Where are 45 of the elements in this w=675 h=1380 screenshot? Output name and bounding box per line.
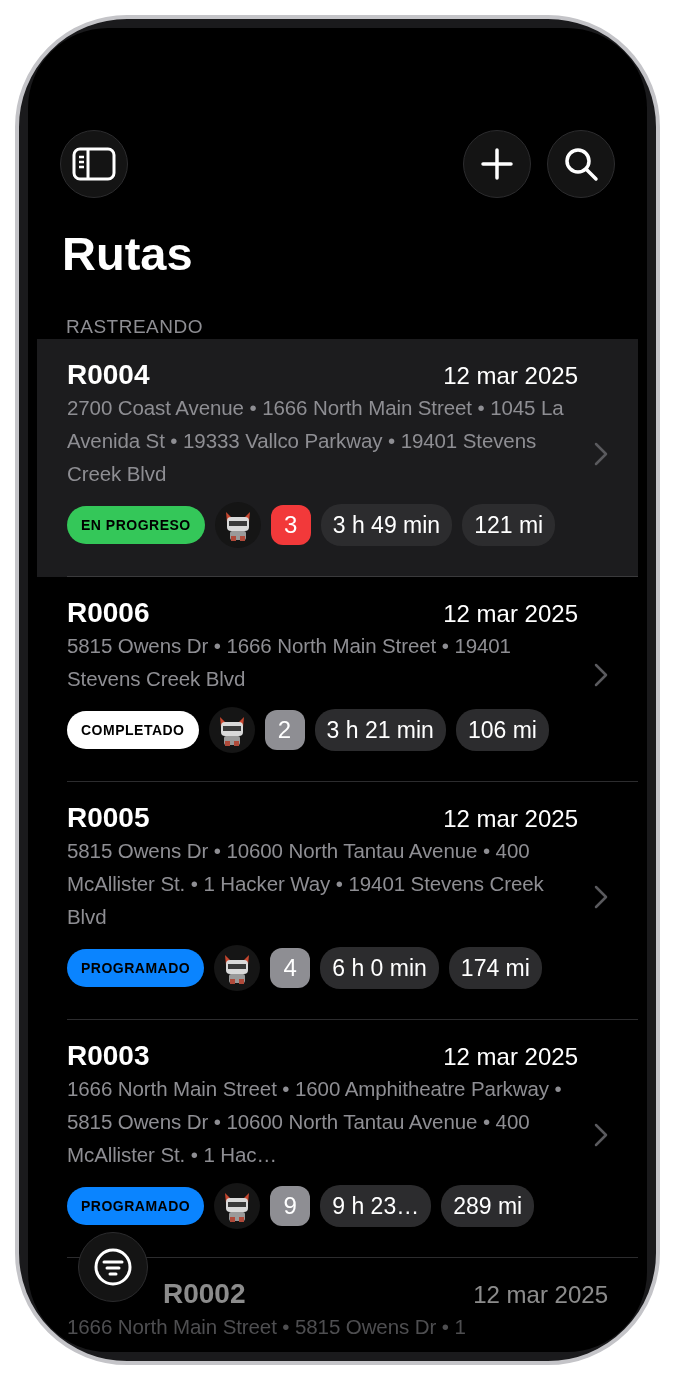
- duration-label: 9 h 23…: [320, 1185, 432, 1227]
- route-date: 12 mar 2025: [443, 1043, 578, 1071]
- route-row[interactable]: R0003 12 mar 2025 1666 North Main Street • 1600 Amphitheatre Parkway • 5815 Owens Dr • 10600 North Tantau Avenue • 400 McAllister St. • 1 Hac… PROGRAMADO 9 9 h 23… 289 mi: [37, 1020, 638, 1258]
- route-row[interactable]: R0004 12 mar 2025 2700 Coast Avenue • 1666 North Main Street • 1045 La Avenida St • 19333 Vallco Parkway • 19401 Stevens Creek Blvd EN PROGRESO 3 3 h 49 min 121 mi: [37, 339, 638, 577]
- sidebar-icon: [72, 147, 116, 181]
- status-badge: PROGRAMADO: [67, 1187, 205, 1225]
- duration-label: 3 h 21 min: [314, 709, 446, 751]
- section-header: RASTREANDO: [66, 315, 204, 339]
- route-date: 12 mar 2025: [443, 362, 578, 390]
- route-addresses: 1666 North Main Street • 5815 Owens Dr • 1: [67, 1314, 467, 1340]
- route-id: R0006: [67, 597, 150, 629]
- status-badge: EN PROGRESO: [67, 506, 205, 544]
- route-id: R0004: [67, 359, 150, 391]
- route-date: 12 mar 2025: [443, 600, 578, 628]
- route-row[interactable]: R0006 12 mar 2025 5815 Owens Dr • 1666 North Main Street • 19401 Stevens Creek Blvd COMPLETADO 2 3 h 21 min 106 mi: [37, 577, 638, 782]
- distance-label: 121 mi: [462, 504, 556, 546]
- route-row[interactable]: R0005 12 mar 2025 5815 Owens Dr • 10600 North Tantau Avenue • 400 McAllister St. • 1 Hacker Way • 19401 Stevens Creek Blvd PROGRAMADO 4 6 h 0 min 174 mi: [37, 782, 638, 1020]
- stop-count: 9: [270, 1186, 311, 1226]
- route-date: 12 mar 2025: [443, 805, 578, 833]
- search-icon: [563, 146, 599, 182]
- route-id: R0005: [67, 802, 150, 834]
- stop-count: 2: [264, 710, 305, 750]
- chevron-icon: [594, 1122, 608, 1147]
- plus-icon: [480, 147, 514, 181]
- route-id: R0002: [163, 1278, 246, 1310]
- duration-label: 3 h 49 min: [320, 504, 453, 546]
- status-badge: COMPLETADO: [67, 711, 199, 749]
- distance-label: 289 mi: [441, 1185, 535, 1227]
- status-badge: PROGRAMADO: [67, 949, 205, 987]
- route-addresses: 5815 Owens Dr • 10600 North Tantau Avenue • 400 McAllister St. • 1 Hacker Way • 19401 Stevens Creek Blvd: [67, 838, 545, 930]
- chevron-icon: [594, 441, 608, 466]
- route-addresses: 2700 Coast Avenue • 1666 North Main Street • 1045 La Avenida St • 19333 Vallco Parkway • 19401 Stevens Creek Blvd: [67, 395, 565, 487]
- route-addresses: 1666 North Main Street • 1600 Amphitheatre Parkway • 5815 Owens Dr • 10600 North Tantau Avenue • 400 McAllister St. • 1 Hac…: [67, 1076, 563, 1168]
- chevron-icon: [594, 884, 608, 909]
- page-title: Rutas: [62, 226, 194, 282]
- stop-count: 4: [270, 948, 311, 988]
- route-id: R0003: [67, 1040, 150, 1072]
- distance-label: 106 mi: [455, 709, 549, 751]
- stop-count: 3: [270, 505, 311, 545]
- chevron-icon: [594, 663, 608, 687]
- filter-icon: [93, 1247, 133, 1287]
- route-date: 12 mar 2025: [473, 1281, 608, 1309]
- duration-label: 6 h 0 min: [320, 947, 439, 989]
- route-addresses: 5815 Owens Dr • 1666 North Main Street • 19401 Stevens Creek Blvd: [67, 633, 512, 692]
- distance-label: 174 mi: [448, 947, 542, 989]
